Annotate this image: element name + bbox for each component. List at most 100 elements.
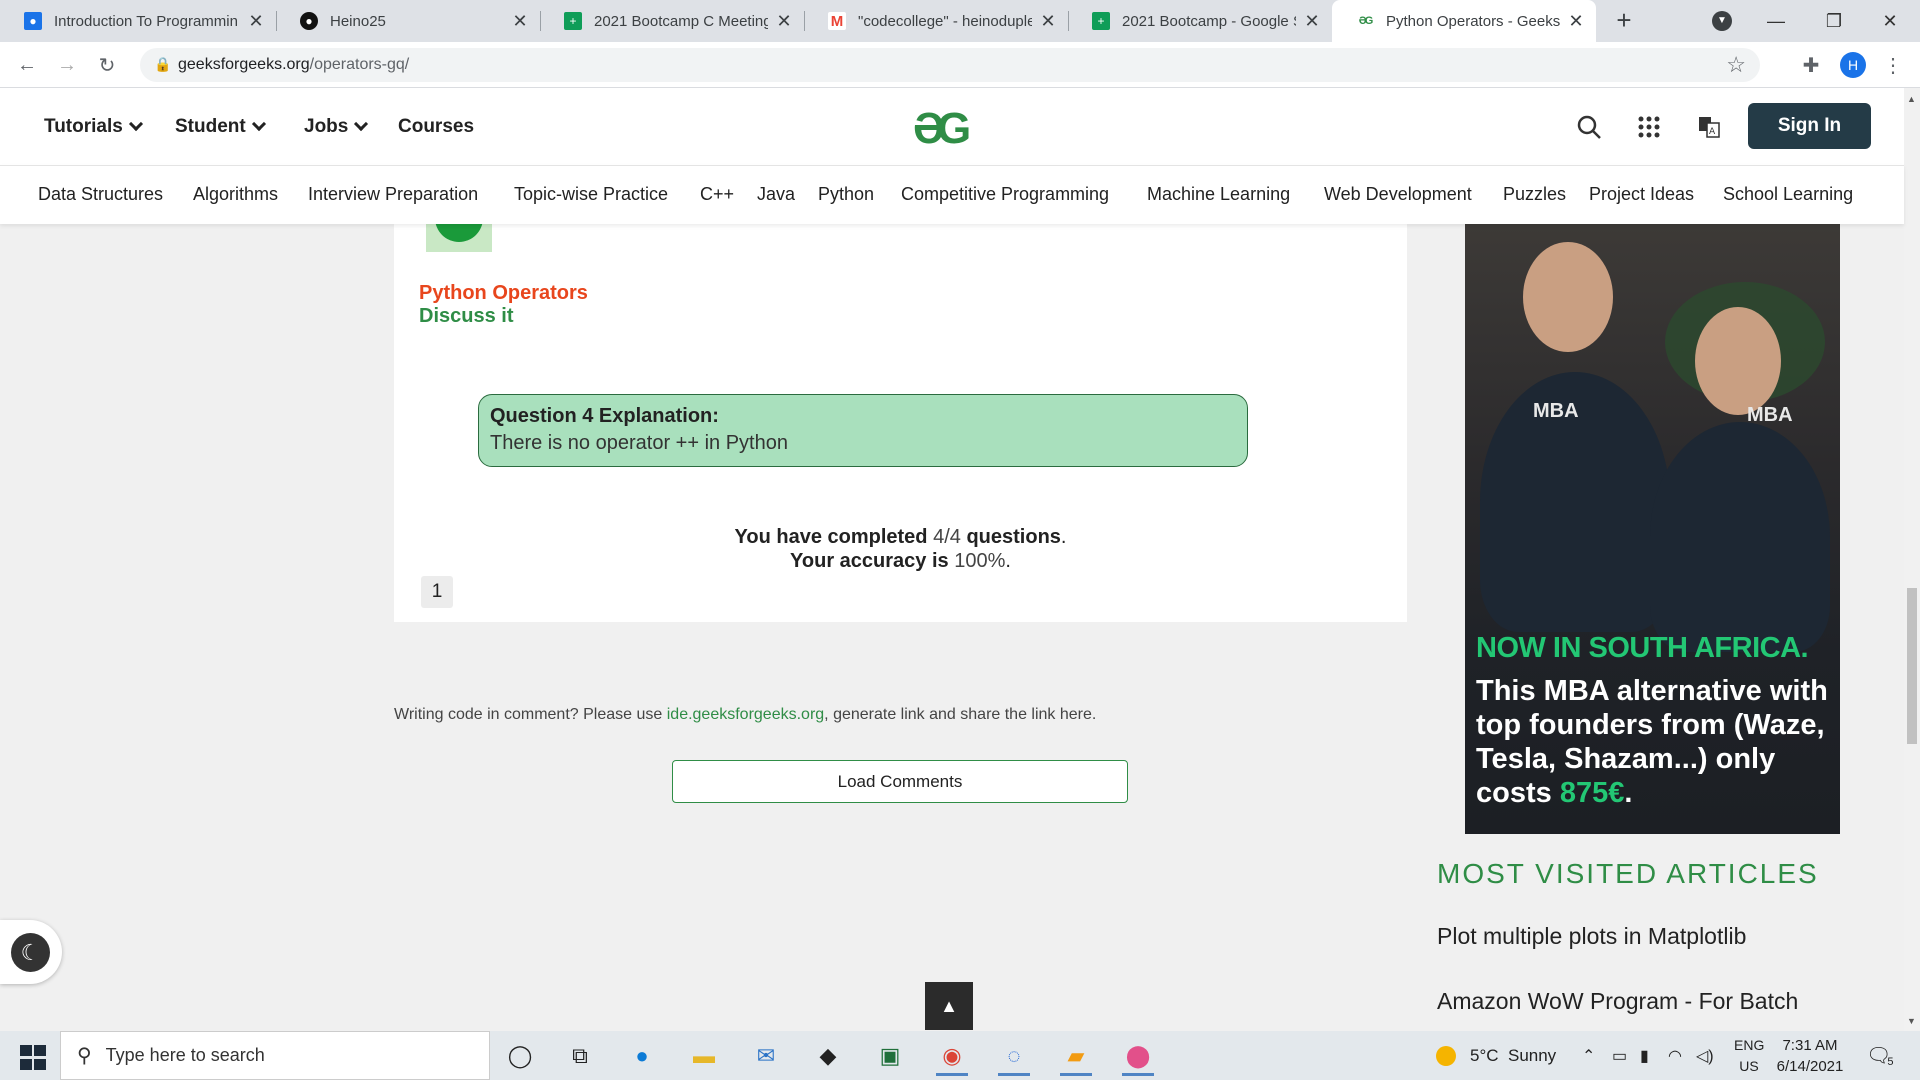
advertisement[interactable]: MBA MBA NOW IN SOUTH AFRICA. This MBA al… bbox=[1465, 222, 1840, 834]
scroll-up-arrow[interactable]: ▲ bbox=[1907, 94, 1916, 104]
volume-icon[interactable]: ◁) bbox=[1696, 1031, 1714, 1080]
ide-link[interactable]: ide.geeksforgeeks.org bbox=[667, 706, 824, 723]
edge-icon[interactable]: ● bbox=[620, 1036, 664, 1076]
close-icon[interactable]: ✕ bbox=[1568, 11, 1584, 32]
search-icon[interactable] bbox=[1574, 112, 1604, 142]
address-bar[interactable]: 🔒 geeksforgeeks.org/operators-gq/ ☆ bbox=[140, 48, 1760, 82]
mail-icon[interactable]: ✉ bbox=[744, 1036, 788, 1076]
browser-tab[interactable]: + 2021 Bootcamp - Google Sh ✕ bbox=[1068, 0, 1332, 42]
nav-courses[interactable]: Courses bbox=[398, 116, 474, 138]
close-icon[interactable]: ✕ bbox=[776, 11, 792, 32]
dark-mode-toggle[interactable]: ☾ bbox=[0, 920, 62, 984]
wifi-icon[interactable]: ◠ bbox=[1668, 1031, 1682, 1080]
ad-face-left bbox=[1523, 242, 1613, 352]
subnav-python[interactable]: Python bbox=[818, 184, 874, 205]
chat-app-icon[interactable]: ◌ bbox=[992, 1036, 1036, 1076]
language-indicator[interactable]: ENG US bbox=[1734, 1035, 1764, 1077]
nav-jobs[interactable]: Jobs bbox=[304, 116, 369, 138]
subnav-algorithms[interactable]: Algorithms bbox=[193, 184, 278, 205]
subnav-project-ideas[interactable]: Project Ideas bbox=[1589, 184, 1694, 205]
window-close-button[interactable]: ✕ bbox=[1862, 0, 1918, 42]
load-comments-button[interactable]: Load Comments bbox=[672, 760, 1128, 803]
maximize-button[interactable]: ❐ bbox=[1806, 0, 1862, 42]
file-explorer-icon[interactable]: ▬ bbox=[682, 1036, 726, 1076]
article-link[interactable]: Amazon WoW Program - For Batch bbox=[1437, 988, 1798, 1015]
subnav-puzzles[interactable]: Puzzles bbox=[1503, 184, 1566, 205]
paint-app-icon[interactable]: ⬤ bbox=[1116, 1036, 1160, 1076]
minimize-button[interactable]: — bbox=[1748, 0, 1804, 42]
close-icon[interactable]: ✕ bbox=[512, 11, 528, 32]
subnav-cpp[interactable]: C++ bbox=[700, 184, 734, 205]
cortana-icon[interactable]: ◯ bbox=[498, 1036, 542, 1076]
subnav-interview-preparation[interactable]: Interview Preparation bbox=[308, 184, 478, 205]
subnav-data-structures[interactable]: Data Structures bbox=[38, 184, 163, 205]
sublime-text-icon[interactable]: ▰ bbox=[1054, 1036, 1098, 1076]
browser-tab[interactable]: ● Introduction To Programmin ✕ bbox=[0, 0, 276, 42]
article-link[interactable]: Plot multiple plots in Matplotlib bbox=[1437, 923, 1746, 950]
close-icon[interactable]: ✕ bbox=[1304, 11, 1320, 32]
tab-title: Python Operators - Geeksfo bbox=[1386, 12, 1560, 30]
tab-search-button[interactable]: ▼ bbox=[1694, 0, 1750, 42]
close-icon[interactable]: ✕ bbox=[248, 11, 264, 32]
ad-price-suffix: . bbox=[1624, 777, 1633, 809]
chevron-down-icon bbox=[128, 116, 143, 132]
game-app-icon[interactable]: ▣ bbox=[868, 1036, 912, 1076]
meet-now-icon[interactable]: ▭ bbox=[1612, 1031, 1627, 1080]
site-logo[interactable]: ƏG bbox=[913, 104, 971, 154]
accuracy-value: 100% bbox=[954, 550, 1006, 572]
subnav-school-learning[interactable]: School Learning bbox=[1723, 184, 1853, 205]
scrollbar-thumb[interactable] bbox=[1907, 588, 1917, 744]
battery-icon[interactable]: ▮ bbox=[1640, 1031, 1649, 1080]
star-icon[interactable]: ☆ bbox=[1726, 52, 1746, 78]
subnav-web-development[interactable]: Web Development bbox=[1324, 184, 1472, 205]
taskbar-search-box[interactable]: ⚲ Type here to search bbox=[60, 1031, 490, 1080]
avatar[interactable]: H bbox=[1840, 52, 1866, 78]
menu-icon[interactable]: ⋮ bbox=[1878, 50, 1908, 80]
discuss-link[interactable]: Discuss it bbox=[419, 305, 513, 328]
url-text[interactable]: geeksforgeeks.org/operators-gq/ bbox=[178, 56, 409, 74]
new-tab-button[interactable]: + bbox=[1610, 6, 1638, 34]
dropbox-icon[interactable]: ◆ bbox=[806, 1036, 850, 1076]
scroll-down-arrow[interactable]: ▼ bbox=[1907, 1016, 1916, 1026]
apps-grid-icon[interactable] bbox=[1634, 112, 1664, 142]
browser-tab[interactable]: ● Heino25 ✕ bbox=[276, 0, 540, 42]
chevron-up-icon[interactable]: ⌃ bbox=[1582, 1031, 1595, 1080]
subnav-topic-wise-practice[interactable]: Topic-wise Practice bbox=[514, 184, 668, 205]
comment-note-suffix: , generate link and share the link here. bbox=[824, 706, 1097, 723]
sign-in-button[interactable]: Sign In bbox=[1748, 103, 1871, 149]
quiz-category-link[interactable]: Python Operators bbox=[419, 282, 588, 305]
chevron-down-icon bbox=[354, 116, 369, 132]
ad-face-right bbox=[1695, 307, 1781, 415]
browser-tab[interactable]: + 2021 Bootcamp C Meetings ✕ bbox=[540, 0, 804, 42]
nav-label: Courses bbox=[398, 116, 475, 137]
notification-center-button[interactable]: 🗨 5 bbox=[1866, 1031, 1894, 1080]
sheets-icon: + bbox=[564, 12, 582, 30]
chevron-down-icon: ▼ bbox=[1712, 11, 1732, 31]
extensions-icon[interactable]: ✚ bbox=[1796, 50, 1826, 80]
weather-widget[interactable]: 5°C Sunny bbox=[1436, 1031, 1556, 1080]
browser-tab[interactable]: M "codecollege" - heinoduple ✕ bbox=[804, 0, 1068, 42]
question-page-button[interactable]: 1 bbox=[421, 576, 453, 608]
browser-tab-active[interactable]: ƏG Python Operators - Geeksfo ✕ bbox=[1332, 0, 1596, 42]
scroll-to-top-button[interactable]: ▲ bbox=[925, 982, 973, 1030]
chrome-icon[interactable]: ◉ bbox=[930, 1036, 974, 1076]
close-icon[interactable]: ✕ bbox=[1040, 11, 1056, 32]
reload-button[interactable]: ↻ bbox=[92, 50, 122, 80]
keyboard-layout: US bbox=[1739, 1058, 1759, 1074]
windows-start-button[interactable] bbox=[10, 1041, 50, 1071]
task-view-icon[interactable]: ⧉ bbox=[558, 1036, 602, 1076]
completed-value: 4/4 bbox=[933, 526, 961, 548]
subnav-java[interactable]: Java bbox=[757, 184, 795, 205]
subnav-machine-learning[interactable]: Machine Learning bbox=[1147, 184, 1290, 205]
subnav-competitive-programming[interactable]: Competitive Programming bbox=[901, 184, 1109, 205]
forward-button[interactable]: → bbox=[52, 50, 82, 80]
nav-tutorials[interactable]: Tutorials bbox=[44, 116, 143, 138]
gmail-icon: M bbox=[828, 12, 846, 30]
back-button[interactable]: ← bbox=[12, 50, 42, 80]
translate-icon[interactable]: A bbox=[1694, 112, 1724, 142]
page-scrollbar[interactable]: ▲ ▼ bbox=[1904, 88, 1920, 1031]
sun-icon bbox=[1436, 1045, 1456, 1066]
taskbar-clock[interactable]: 7:31 AM 6/14/2021 bbox=[1770, 1035, 1850, 1077]
nav-student[interactable]: Student bbox=[175, 116, 266, 138]
weather-text: 5°C Sunny bbox=[1470, 1045, 1557, 1065]
